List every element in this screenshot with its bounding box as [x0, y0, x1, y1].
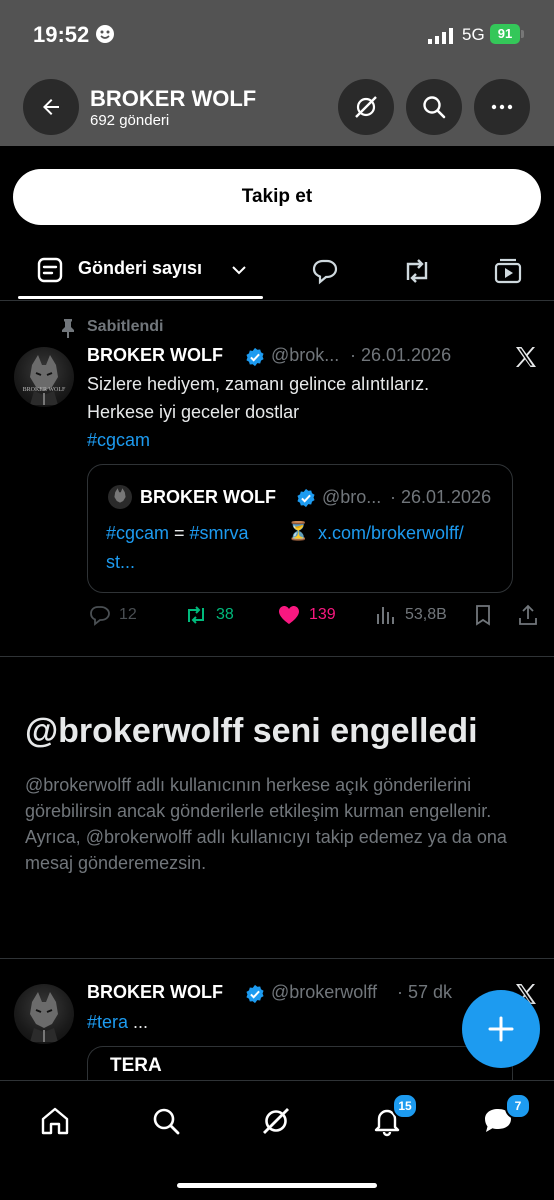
share-icon [519, 604, 537, 625]
like-button[interactable]: 139 [277, 604, 336, 626]
avatar-logo-text: BROKER WOLF [22, 387, 66, 393]
battery-icon: 91 [490, 24, 520, 44]
active-tab-indicator [18, 296, 263, 299]
post-count: 692 gönderi [90, 112, 170, 129]
home-icon [41, 1107, 69, 1135]
tab-media[interactable] [491, 254, 525, 288]
post-date[interactable]: · 26.01.2026 [350, 345, 451, 366]
post-author[interactable]: BROKER WOLF [87, 982, 223, 1003]
repost-button[interactable]: 38 [184, 604, 234, 626]
quote-date: · 26.01.2026 [390, 487, 492, 507]
post-handle[interactable]: @brokerwolff [271, 982, 377, 1003]
hashtag-link[interactable]: #tera [87, 1012, 128, 1032]
wolf-avatar-icon [114, 488, 126, 503]
post-author[interactable]: BROKER WOLF [87, 345, 223, 366]
quote-hashtag-2[interactable]: #smrva [190, 523, 249, 543]
signal-icon [428, 28, 454, 49]
profile-header [0, 70, 554, 146]
tab-replies[interactable] [308, 254, 342, 288]
nav-search[interactable] [146, 1101, 186, 1141]
views-count: 53,8B [405, 606, 447, 623]
wolf-avatar-icon [30, 992, 58, 1042]
avatar[interactable]: BROKER WOLF [14, 347, 74, 407]
repost-icon [406, 259, 428, 283]
messages-badge: 7 [505, 1093, 531, 1119]
quoted-post[interactable]: BROKER WOLF @bro... · 26.01.2026 #cgcam … [87, 464, 513, 593]
chevron-down-icon [232, 266, 246, 275]
plus-icon [488, 1016, 514, 1042]
bookmark-button[interactable] [473, 604, 493, 626]
blocked-description: @brokerwolff adlı kullanıcının herkese a… [25, 775, 507, 873]
quote-link-1[interactable]: x.com/brokerwolff/ [318, 519, 464, 547]
status-time: 19:52 [33, 22, 90, 47]
hashtag-link[interactable]: #cgcam [87, 426, 150, 454]
status-face-icon [96, 25, 114, 43]
divider [0, 656, 554, 657]
quote-title: TERA [110, 1055, 162, 1076]
back-button[interactable] [23, 79, 79, 135]
wolf-avatar-icon [30, 355, 58, 405]
notifications-badge: 15 [392, 1093, 418, 1119]
follow-button[interactable]: Takip et [13, 169, 541, 225]
repost-icon [188, 606, 204, 624]
quote-hashtag-1[interactable]: #cgcam [106, 523, 169, 543]
x-logo-icon [516, 347, 536, 367]
more-button[interactable] [474, 79, 530, 135]
search-button[interactable] [406, 79, 462, 135]
reply-icon [90, 606, 110, 626]
post-actions: 12 38 139 53,8B [87, 600, 542, 632]
battery-tip [521, 30, 524, 38]
network-label: 5G [462, 25, 485, 44]
posts-icon [37, 257, 63, 283]
heart-icon [279, 606, 299, 624]
nav-grok[interactable] [256, 1101, 296, 1141]
arrow-left-icon [43, 99, 59, 115]
repost-count: 38 [216, 606, 234, 623]
more-icon [491, 104, 513, 110]
post-text-line-2: Herkese iyi geceler dostlar [87, 402, 300, 422]
nav-home[interactable] [35, 1101, 75, 1141]
blocked-title: @brokerwolff seni engelledi [25, 712, 478, 750]
post-text-line-1: Sizlere hediyem, zamanı gelince alıntıla… [87, 374, 430, 394]
status-bar: 19:52 5G 91 [0, 0, 554, 70]
like-count: 139 [309, 606, 336, 623]
tab-posts-label: Gönderi sayısı [78, 258, 203, 278]
tab-reposts[interactable] [400, 254, 434, 288]
avatar[interactable] [14, 984, 74, 1044]
share-button[interactable] [517, 604, 539, 626]
search-icon [153, 1108, 180, 1135]
quote-equals: = [169, 523, 190, 543]
grok-button[interactable] [338, 79, 394, 135]
profile-tabs: Gönderi sayısı [0, 240, 554, 301]
search-icon [423, 96, 446, 119]
grok-icon [355, 96, 377, 118]
reply-count: 12 [119, 606, 137, 623]
quote-avatar [108, 485, 132, 509]
grok-icon [263, 1108, 289, 1134]
verified-badge-icon [297, 488, 315, 508]
media-icon [494, 258, 522, 284]
bottom-nav: 15 7 [0, 1080, 554, 1200]
pin-icon [62, 319, 74, 338]
views-button[interactable]: 53,8B [375, 604, 447, 626]
tab-posts[interactable]: Gönderi sayısı [18, 240, 263, 300]
reply-button[interactable]: 12 [89, 604, 137, 626]
hourglass-emoji: ⏳ [287, 521, 310, 541]
verified-badge-icon [246, 347, 264, 367]
post-ellipsis: ... [128, 1012, 149, 1032]
post-handle[interactable]: @brok... [271, 345, 339, 366]
page-title: BROKER WOLF [90, 86, 257, 111]
pinned-label: Sabitlendi [87, 318, 164, 335]
quote-handle: @bro... [322, 487, 382, 507]
post-time[interactable]: · 57 dk [397, 982, 452, 1003]
quote-author: BROKER WOLF [140, 487, 276, 507]
bookmark-icon [476, 605, 490, 626]
compose-button[interactable] [462, 990, 540, 1068]
divider [0, 958, 554, 959]
quote-link-2[interactable]: st... [106, 548, 135, 576]
views-icon [377, 607, 394, 624]
home-indicator [177, 1183, 377, 1188]
reply-icon [312, 259, 338, 285]
verified-badge-icon [246, 984, 264, 1004]
